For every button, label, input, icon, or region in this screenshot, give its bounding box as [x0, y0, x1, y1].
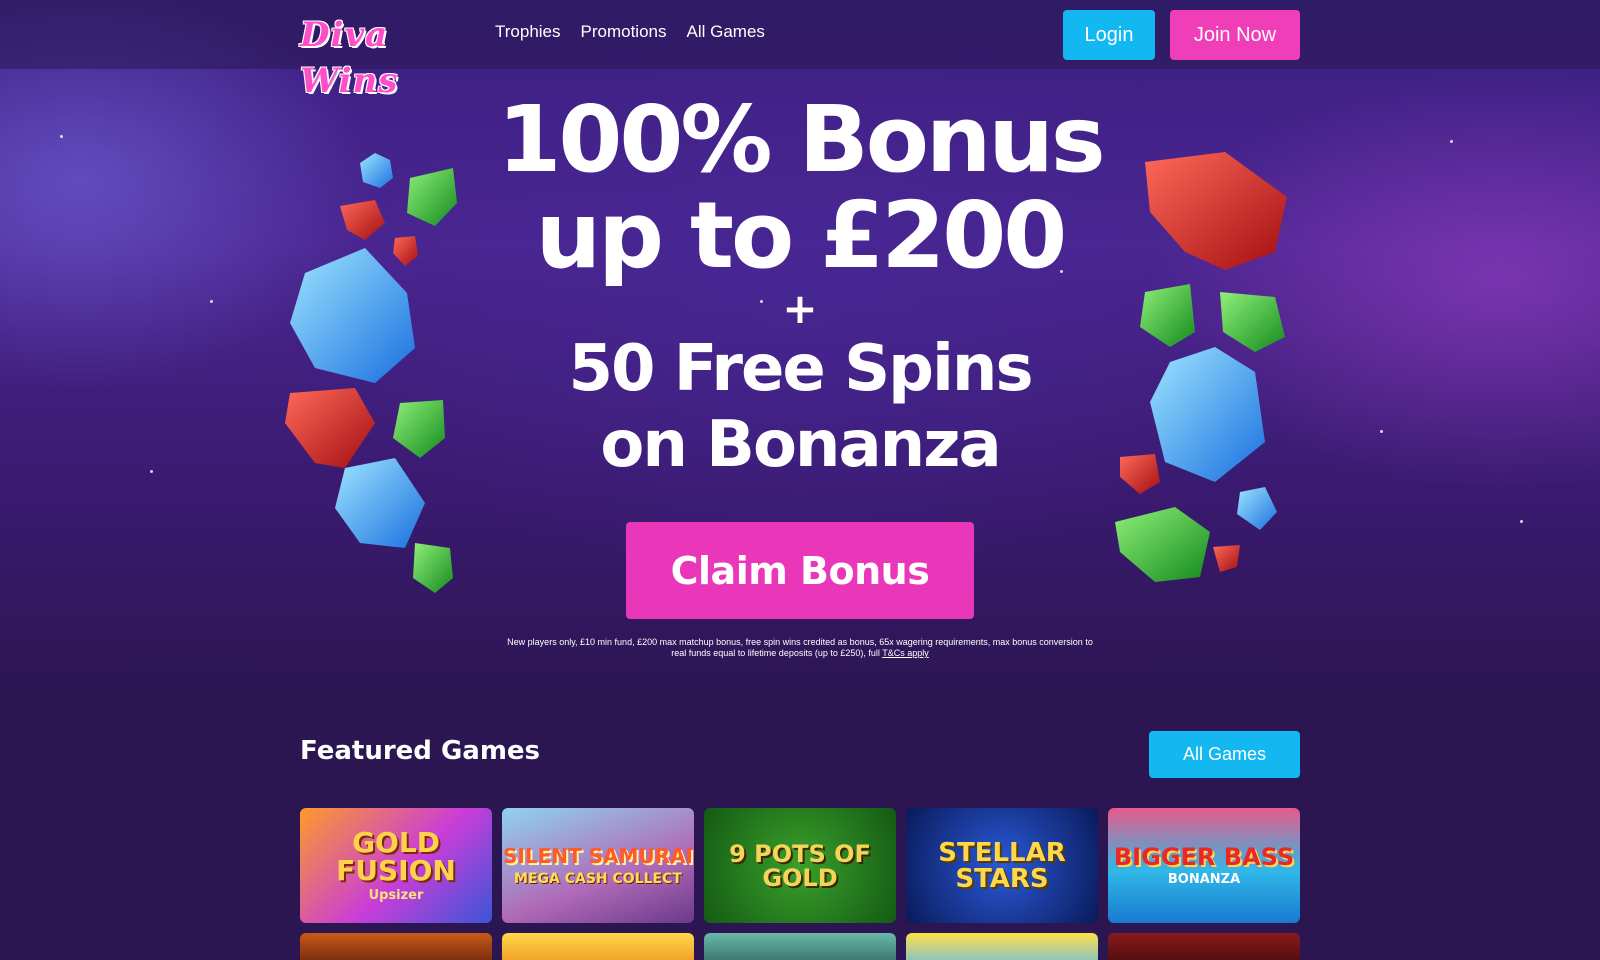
bonus-terms: New players only, £10 min fund, £200 max…	[500, 637, 1100, 659]
game-title: SILENT SAMURAI	[503, 843, 693, 868]
game-tile[interactable]	[300, 933, 492, 960]
game-tile-stellar-stars[interactable]: STELLAR STARS	[906, 808, 1098, 923]
diva-wins-logo[interactable]: Diva Wins	[300, 12, 475, 101]
game-tile-bigger-bass[interactable]: BIGGER BASS BONANZA	[1108, 808, 1300, 923]
game-tile-9-pots-of-gold[interactable]: 9 POTS OF GOLD	[704, 808, 896, 923]
game-title: 9 POTS OF GOLD	[729, 839, 871, 892]
game-tile-silent-samurai[interactable]: SILENT SAMURAI MEGA CASH COLLECT	[502, 808, 694, 923]
nav-all-games-link[interactable]: All Games	[687, 22, 765, 42]
star-decoration	[1450, 140, 1453, 143]
game-tile[interactable]	[502, 933, 694, 960]
terms-text: New players only, £10 min fund, £200 max…	[507, 637, 1093, 658]
terms-link[interactable]: T&Cs apply	[882, 648, 929, 658]
join-now-button[interactable]: Join Now	[1170, 10, 1300, 60]
main-nav: Trophies Promotions All Games	[495, 22, 765, 42]
all-games-button[interactable]: All Games	[1149, 731, 1300, 778]
hero-bonus-line: 100% Bonus	[497, 86, 1105, 193]
game-subtitle: Upsizer	[368, 888, 424, 903]
game-tile[interactable]	[1108, 933, 1300, 960]
hero-game-line: on Bonanza	[600, 408, 1001, 482]
game-title: GOLD FUSION	[336, 826, 456, 887]
hero-spins-line: 50 Free Spins	[568, 332, 1033, 406]
star-decoration	[150, 470, 153, 473]
game-tile-gold-fusion[interactable]: GOLD FUSION Upsizer	[300, 808, 492, 923]
game-subtitle: BONANZA	[1167, 872, 1241, 887]
game-tile[interactable]	[704, 933, 896, 960]
hero-plus: +	[782, 284, 818, 333]
star-decoration	[210, 300, 213, 303]
claim-bonus-button[interactable]: Claim Bonus	[626, 522, 974, 619]
login-button[interactable]: Login	[1063, 10, 1155, 60]
game-tile[interactable]	[906, 933, 1098, 960]
nav-trophies-link[interactable]: Trophies	[495, 22, 561, 42]
game-title: BIGGER BASS	[1113, 843, 1295, 871]
nav-promotions-link[interactable]: Promotions	[581, 22, 667, 42]
hero-headline: 100% Bonus up to £200 + 50 Free Spins on…	[400, 92, 1200, 484]
site-header: Diva Wins Trophies Promotions All Games …	[0, 0, 1600, 101]
hero-amount-line: up to £200	[535, 182, 1068, 289]
star-decoration	[1520, 520, 1523, 523]
game-title: STELLAR STARS	[938, 837, 1066, 894]
star-decoration	[60, 135, 63, 138]
star-decoration	[1380, 430, 1383, 433]
game-subtitle: MEGA CASH COLLECT	[514, 870, 682, 887]
featured-games-title: Featured Games	[300, 736, 541, 766]
